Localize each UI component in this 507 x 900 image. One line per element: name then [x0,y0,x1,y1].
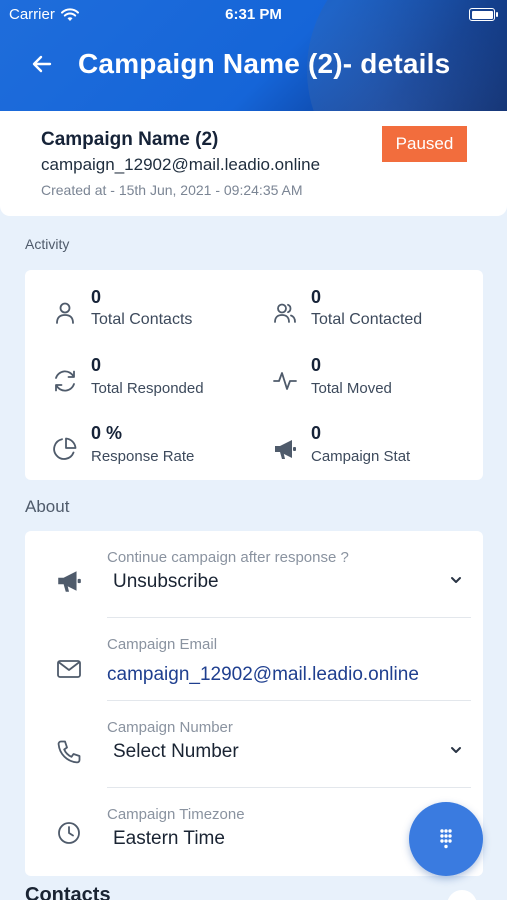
stat-label: Campaign Stat [311,448,411,465]
campaign-created-date: Created at - 15th Jun, 2021 - 09:24:35 A… [41,182,303,198]
activity-card: 0 Total Contacts 0 Total Contacted 0 Tot… [25,270,483,480]
stat-total-moved: 0 Total Moved [272,355,472,405]
battery-icon [469,8,498,21]
arrow-left-icon [32,55,52,73]
field-continue-after-response[interactable]: Continue campaign after response ? Unsub… [25,531,483,617]
status-time: 6:31 PM [225,6,282,23]
app-header: Carrier 6:31 PM Campaign Name (2)- detai… [0,0,507,111]
users-icon [272,300,298,326]
field-campaign-number[interactable]: Campaign Number Select Number [25,701,483,787]
campaign-name: Campaign Name (2) [41,129,219,150]
user-icon [52,300,78,326]
contacts-toggle-button[interactable] [447,890,477,900]
stat-value: 0 [311,423,322,443]
stat-total-contacts: 0 Total Contacts [52,287,252,337]
mail-icon [55,655,83,683]
stat-campaign-stat: 0 Campaign Stat [272,423,472,473]
chevron-down-icon[interactable] [449,573,463,587]
stat-label: Total Contacts [91,311,193,328]
stat-label: Response Rate [91,448,195,465]
field-label: Campaign Timezone [107,806,245,823]
campaign-summary-card: Campaign Name (2) campaign_12902@mail.le… [0,111,507,216]
stat-value: 0 [91,287,102,307]
stat-value: 0 [91,355,102,375]
campaign-email: campaign_12902@mail.leadio.online [41,155,321,174]
activity-section-label: Activity [25,236,70,252]
field-value: campaign_12902@mail.leadio.online [107,664,419,685]
about-section-label: About [25,497,70,516]
field-label: Continue campaign after response ? [107,549,349,566]
stat-total-contacted: 0 Total Contacted [272,287,472,337]
field-label: Campaign Number [107,719,233,736]
stat-value: 0 % [91,423,123,443]
stat-label: Total Moved [311,380,392,397]
stat-label: Total Contacted [311,311,423,328]
field-label: Campaign Email [107,636,218,653]
field-campaign-email: Campaign Email campaign_12902@mail.leadi… [25,618,483,700]
phone-icon [55,738,83,766]
stat-response-rate: 0 % Response Rate [52,423,252,473]
field-value[interactable]: Eastern Time [113,828,225,850]
stat-value: 0 [311,287,322,307]
megaphone-icon [272,436,298,462]
contacts-section-label: Contacts [25,884,111,900]
field-value[interactable]: Unsubscribe [113,571,219,593]
back-button[interactable] [22,44,62,84]
stat-value: 0 [311,355,322,375]
stat-label: Total Responded [91,380,204,397]
refresh-icon [52,368,78,394]
status-bar: Carrier 6:31 PM [0,0,507,30]
dialpad-button[interactable] [409,802,483,876]
megaphone-icon [55,567,83,595]
stat-total-responded: 0 Total Responded [52,355,252,405]
dialpad-icon [440,829,452,849]
nav-bar: Campaign Name (2)- details [0,40,507,88]
chevron-down-icon[interactable] [449,743,463,757]
page-title: Campaign Name (2)- details [78,48,451,79]
field-value[interactable]: Select Number [113,741,239,763]
status-badge[interactable]: Paused [382,126,467,162]
activity-pulse-icon [272,368,298,394]
clock-icon [55,819,83,847]
pie-chart-icon [52,436,78,462]
